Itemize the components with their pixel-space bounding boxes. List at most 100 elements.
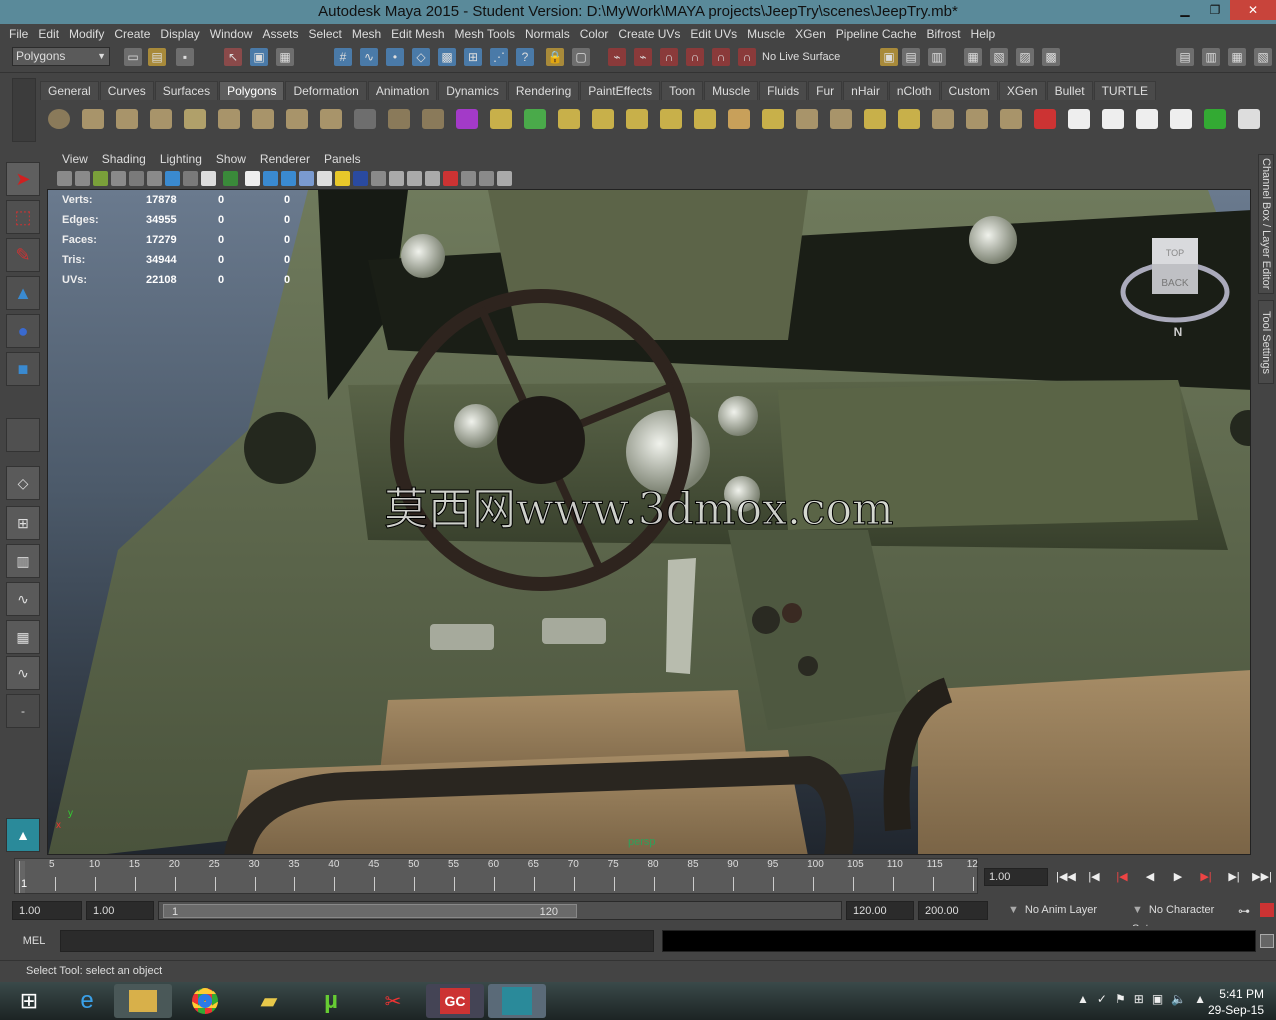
cylindrical-map-icon[interactable] [1132, 104, 1162, 134]
history-icon[interactable]: ⌁ [608, 48, 626, 66]
step-forward-key-icon[interactable]: ▶| [1224, 866, 1244, 886]
show-hidden-icons-icon[interactable]: ▲ [1077, 992, 1089, 1006]
four-view-layout-icon[interactable]: ⊞ [6, 506, 40, 540]
textured-icon[interactable] [299, 171, 314, 186]
preferences-icon[interactable] [1260, 903, 1274, 917]
menu-file[interactable]: File [4, 27, 33, 41]
panel-menu-renderer[interactable]: Renderer [253, 152, 317, 166]
live-surface-field[interactable]: No Live Surface [762, 49, 860, 66]
snap-view-icon[interactable]: ▩ [438, 48, 456, 66]
move-tool-icon[interactable]: ▲ [6, 276, 40, 310]
time-slider[interactable]: 1 5 10 15 20 25 30 35 40 45 50 55 60 65 70 75 80 85 90 95 1… [14, 858, 978, 894]
bookmarks-icon[interactable] [93, 171, 108, 186]
extract-icon[interactable] [554, 104, 584, 134]
go-to-start-icon[interactable]: |◀◀ [1056, 866, 1076, 886]
hypershade-layout-icon[interactable]: ▦ [6, 620, 40, 654]
select-camera-icon[interactable] [57, 171, 72, 186]
shelf-tab-curves[interactable]: Curves [99, 81, 154, 100]
snap-curve-icon[interactable]: ∿ [360, 48, 378, 66]
make-hole-icon[interactable] [792, 104, 822, 134]
construction-history-icon[interactable]: ⌁ [634, 48, 652, 66]
snap-grid-icon[interactable]: # [334, 48, 352, 66]
volume-icon[interactable]: 🔈 [1171, 992, 1186, 1006]
snap-live-icon[interactable]: ⊞ [464, 48, 482, 66]
super-shape-icon[interactable] [452, 104, 482, 134]
utorrent-icon[interactable]: µ [302, 984, 360, 1018]
shelf-tab-deformation[interactable]: Deformation [285, 81, 367, 100]
anim-start-field[interactable]: 1.00 [86, 901, 154, 920]
menu-create-uvs[interactable]: Create UVs [613, 27, 685, 41]
menu-pipeline-cache[interactable]: Pipeline Cache [831, 27, 922, 41]
graph-layout-icon[interactable]: ∿ [6, 656, 40, 690]
shelf-tab-turtle[interactable]: TURTLE [1093, 81, 1157, 100]
step-back-key-icon[interactable]: |◀ [1084, 866, 1104, 886]
restore-icon[interactable]: ❐ [1200, 0, 1230, 20]
torus-icon[interactable] [214, 104, 244, 134]
shelf-tab-custom[interactable]: Custom [940, 81, 998, 100]
range-slider[interactable]: 1 120 [158, 901, 842, 920]
rotate-tool-icon[interactable]: ● [6, 314, 40, 348]
windows-flag-icon[interactable]: ⊞ [1134, 992, 1144, 1006]
camera-attributes-icon[interactable] [75, 171, 90, 186]
panel-menu-shading[interactable]: Shading [95, 152, 153, 166]
snipping-tool-icon[interactable]: ✂ [364, 984, 422, 1018]
prism-icon[interactable] [248, 104, 278, 134]
outliner-icon[interactable]: ▨ [1016, 48, 1034, 66]
maya-taskbar-icon[interactable] [488, 984, 546, 1018]
paint-select-tool-icon[interactable]: ✎ [6, 238, 40, 272]
offset-edge-loop-icon[interactable] [894, 104, 924, 134]
panel-menu-show[interactable]: Show [209, 152, 253, 166]
collapse-icon[interactable] [1030, 104, 1060, 134]
extrude-icon[interactable] [928, 104, 958, 134]
menu-help[interactable]: Help [966, 27, 1001, 41]
sphere-icon[interactable] [44, 104, 74, 134]
grid-icon[interactable] [129, 171, 144, 186]
insert-edge-loop-icon[interactable] [860, 104, 890, 134]
magnet-icon[interactable]: ∩ [660, 48, 678, 66]
panel-menu-view[interactable]: View [55, 152, 95, 166]
shelf-tab-surfaces[interactable]: Surfaces [154, 81, 219, 100]
depth-of-field-icon[interactable] [407, 171, 422, 186]
shelf-tab-fluids[interactable]: Fluids [759, 81, 808, 100]
safe-action-icon[interactable] [183, 171, 198, 186]
gc-app-icon[interactable]: GC [426, 984, 484, 1018]
panel-menu-panels[interactable]: Panels [317, 152, 368, 166]
smooth-icon[interactable] [622, 104, 652, 134]
field-chart-icon[interactable] [223, 171, 238, 186]
wireframe-on-shaded-icon[interactable] [281, 171, 296, 186]
menu-bifrost[interactable]: Bifrost [922, 27, 966, 41]
split-polygon-icon[interactable] [826, 104, 856, 134]
chrome-icon[interactable] [176, 984, 234, 1018]
persp-outliner-layout-icon[interactable]: ▥ [6, 544, 40, 578]
render-settings-icon[interactable]: ▥ [928, 48, 946, 66]
network-icon[interactable]: ✓ [1097, 992, 1107, 1006]
script-editor-icon[interactable] [1260, 934, 1274, 948]
shelf-tab-dynamics[interactable]: Dynamics [438, 81, 507, 100]
merge-icon[interactable] [996, 104, 1026, 134]
last-tool-icon[interactable] [6, 418, 40, 452]
use-all-lights-icon[interactable] [317, 171, 332, 186]
lasso-tool-icon[interactable]: ⬚ [6, 200, 40, 234]
snap-together-icon[interactable]: ∩ [686, 48, 704, 66]
uv-editor-icon[interactable] [1234, 104, 1264, 134]
graph-editor-icon[interactable]: ▩ [1042, 48, 1060, 66]
pyramid-icon[interactable] [282, 104, 312, 134]
step-forward-frame-icon[interactable]: ▶| [1196, 866, 1216, 886]
separate-icon[interactable] [520, 104, 550, 134]
menu-window[interactable]: Window [205, 27, 258, 41]
fill-hole-icon[interactable] [758, 104, 788, 134]
folder-icon[interactable]: ▰ [240, 984, 298, 1018]
resolution-gate-icon[interactable] [165, 171, 180, 186]
shadows-icon[interactable] [335, 171, 350, 186]
start-time-field[interactable]: 1.00 [12, 901, 82, 920]
select-component-icon[interactable]: ▦ [276, 48, 294, 66]
soccer-ball-icon[interactable] [384, 104, 414, 134]
save-scene-icon[interactable]: ▪ [176, 48, 194, 66]
layer-editor-icon[interactable]: ▧ [1254, 48, 1272, 66]
snap-surface-icon[interactable]: ◇ [412, 48, 430, 66]
menu-set-dropdown[interactable]: Polygons ▼ [12, 47, 110, 66]
menu-edit-uvs[interactable]: Edit UVs [685, 27, 742, 41]
play-forwards-icon[interactable]: ▶ [1168, 866, 1188, 886]
wireframe-icon[interactable] [245, 171, 260, 186]
shelf-tab-xgen[interactable]: XGen [998, 81, 1046, 100]
